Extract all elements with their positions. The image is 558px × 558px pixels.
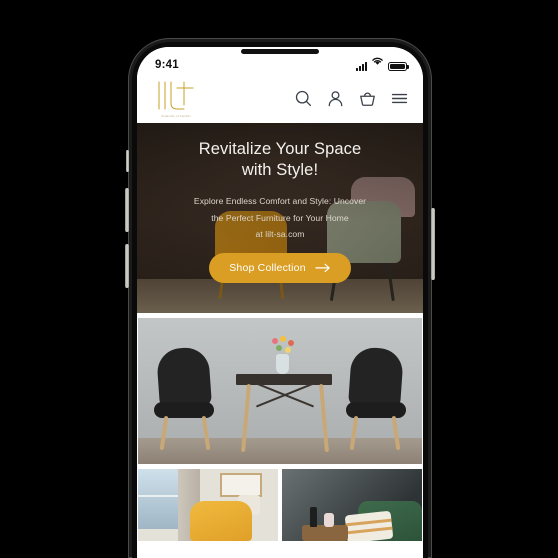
phone-screen: 9:41 Collection of Comfort Revitalize Yo… [137,47,423,558]
gallery-bottom-row [137,464,423,541]
dining-chair-right [347,346,405,410]
earpiece-speaker [241,49,319,54]
photo-bottle [310,507,317,527]
armchair-photo[interactable] [138,469,278,541]
hero-subtitle-line-1: Explore Endless Comfort and Style: Uncov… [193,195,367,206]
product-gallery [137,313,423,541]
account-icon[interactable] [326,89,345,108]
arrow-right-icon [315,263,331,273]
hero-subtitle-line-2: the Perfect Furniture for Your Home [211,212,349,223]
hero-subtitle-line-3: at lilt-sa.com [255,229,305,240]
volume-down-button[interactable] [125,244,129,288]
status-icons [356,53,409,71]
shop-collection-label: Shop Collection [229,262,306,275]
hero-title-line-1: Revitalize Your Space [198,140,362,158]
photo-floor [138,438,422,464]
photo-jar [324,513,334,527]
cta-wrapper: Shop Collection [157,253,403,284]
cart-icon[interactable] [358,89,377,108]
dining-chair-left [155,346,213,410]
flower-vase [276,354,289,374]
app-header: Collection of Comfort [137,73,423,123]
brand-logo[interactable]: Collection of Comfort [153,79,199,118]
power-button[interactable] [431,208,435,280]
header-actions [294,89,409,108]
photo-striped-pillow [344,510,394,541]
dining-set-photo[interactable] [138,318,422,464]
brand-tagline: Collection of Comfort [161,115,191,118]
battery-icon [388,61,409,71]
status-time: 9:41 [155,59,179,71]
phone-frame: 9:41 Collection of Comfort Revitalize Yo… [125,38,435,558]
wifi-icon [371,53,384,71]
hero-title-line-2: with Style! [241,161,319,180]
search-icon[interactable] [294,89,313,108]
hero-title: Revitalize Your Space with Style! [157,139,403,182]
menu-icon[interactable] [390,89,409,108]
hero-content: Revitalize Your Space with Style! Explor… [137,123,423,284]
dining-table-top [236,374,332,385]
photo-side-table [302,525,348,541]
hero-banner: Revitalize Your Space with Style! Explor… [137,123,423,313]
sofa-photo[interactable] [282,469,422,541]
photo-yellow-armchair [190,501,252,541]
photo-window [138,469,180,529]
shop-collection-button[interactable]: Shop Collection [209,253,351,284]
photo-wall-art [220,473,262,497]
silent-switch-button[interactable] [126,150,129,172]
cellular-signal-icon [356,62,367,71]
hero-subtitle: Explore Endless Comfort and Style: Uncov… [157,193,403,243]
volume-up-button[interactable] [125,188,129,232]
